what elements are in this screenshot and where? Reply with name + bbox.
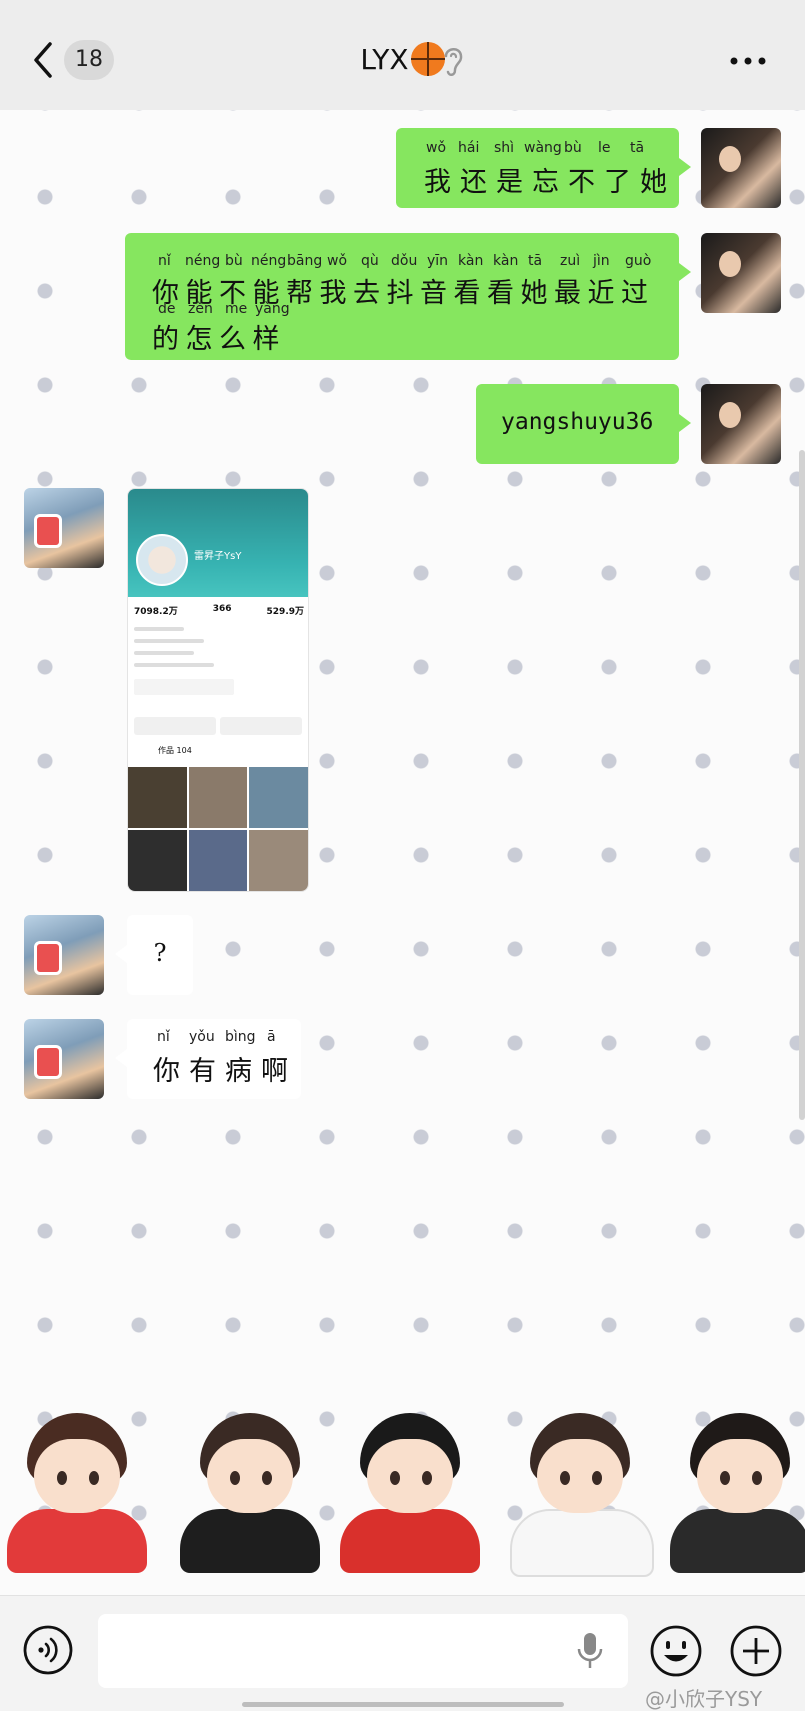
message-text-line2: 的怎么样	[152, 324, 286, 355]
screenshot-avatar	[136, 534, 188, 586]
screenshot-tab: 作品 104	[158, 746, 192, 755]
sticker-kid-china	[335, 1413, 485, 1573]
message-input[interactable]	[98, 1614, 628, 1688]
message-bubble-5[interactable]: ?	[115, 915, 193, 995]
my-avatar[interactable]	[701, 233, 781, 313]
home-indicator[interactable]	[242, 1702, 564, 1707]
sticker-kid-black	[175, 1413, 325, 1573]
contact-avatar[interactable]	[24, 915, 104, 995]
ear-icon	[444, 48, 463, 76]
plus-icon[interactable]	[729, 1624, 783, 1678]
profile-screenshot-image[interactable]: 雷昇子YsY 7098.2万 366 529.9万 作品 104	[127, 488, 309, 892]
message-bubble-2[interactable]: nǐ néng bù néng bāng wǒ qù dǒu yīn kàn k…	[125, 233, 691, 360]
screenshot-video-grid	[128, 767, 308, 891]
pinyin-line: nǐ néng bù néng bāng wǒ qù dǒu yīn kàn k…	[158, 253, 652, 269]
sticker-kid-white	[505, 1413, 655, 1577]
message-bubble-6[interactable]: nǐ yǒu bìng ā 你有病啊	[115, 1019, 301, 1099]
message-text: 你有病啊	[153, 1056, 297, 1087]
mic-icon[interactable]	[575, 1631, 605, 1671]
sticker-banner	[0, 1395, 805, 1595]
sticker-kid-dark	[665, 1413, 805, 1573]
my-avatar[interactable]	[701, 128, 781, 208]
contact-avatar[interactable]	[24, 488, 104, 568]
message-text: yangshuyu36	[501, 409, 654, 435]
chat-header: 18 LYX	[0, 0, 805, 110]
message-text: ?	[153, 939, 167, 967]
contact-name: LYX	[360, 43, 409, 76]
scrollbar[interactable]	[799, 450, 805, 1120]
message-bubble-1[interactable]: wǒ hái shì wàng bù le tā 我还是忘不了她	[396, 128, 691, 208]
my-avatar[interactable]	[701, 384, 781, 464]
voice-icon[interactable]	[22, 1624, 74, 1676]
sticker-kid-red	[2, 1413, 152, 1573]
screenshot-stats: 7098.2万 366 529.9万	[134, 604, 304, 617]
emoji-icon[interactable]	[649, 1624, 703, 1678]
pinyin-line: nǐ yǒu bìng ā	[157, 1029, 276, 1045]
more-icon[interactable]	[728, 54, 768, 68]
watermark: @小欣子YSY	[645, 1687, 763, 1711]
chat-area[interactable]: wǒ hái shì wàng bù le tā 我还是忘不了她 nǐ néng…	[0, 110, 805, 1595]
contact-avatar[interactable]	[24, 1019, 104, 1099]
message-text: 我还是忘不了她	[424, 167, 676, 198]
message-bubble-3[interactable]: yangshuyu36	[476, 384, 691, 464]
chat-title: LYX	[0, 38, 805, 82]
screenshot-username: 雷昇子YsY	[194, 551, 242, 562]
input-bar: @小欣子YSY	[0, 1595, 805, 1711]
pinyin-line: de zěn me yàng	[158, 301, 290, 317]
